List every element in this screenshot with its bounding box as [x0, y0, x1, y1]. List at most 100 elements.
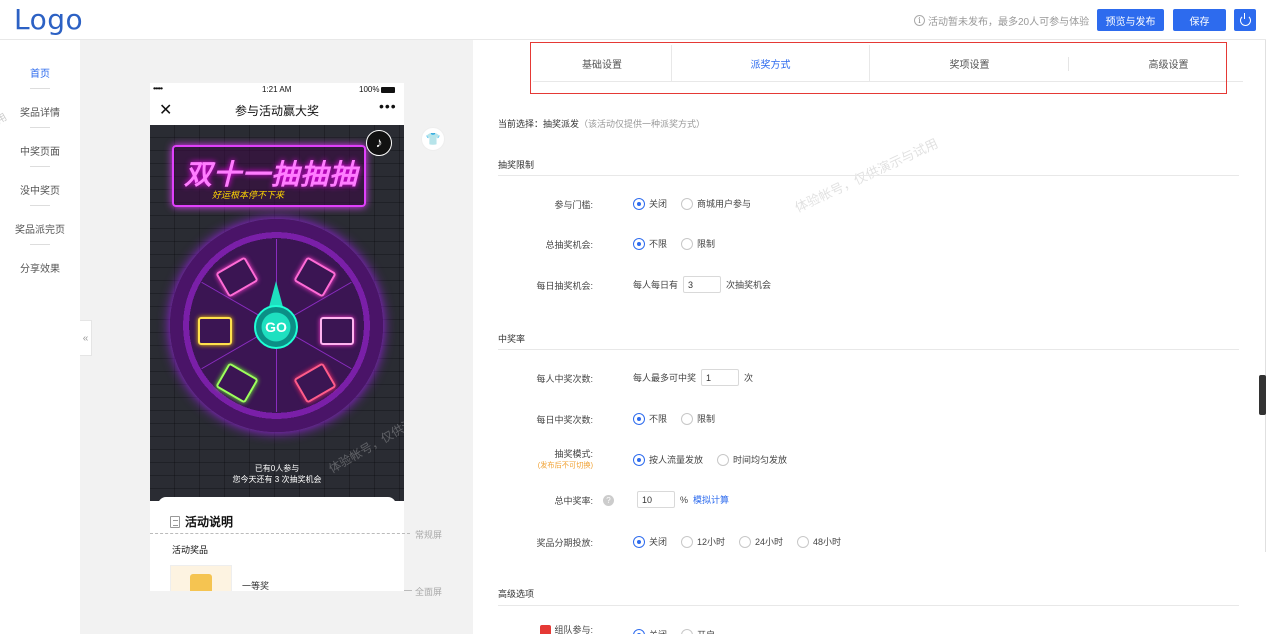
remaining-chances: 您今天还有 3 次抽奖机会 — [232, 475, 322, 484]
battery-percent: 100% — [359, 85, 380, 94]
signal-indicator: ••••• — [153, 84, 163, 93]
prize-wheel: GO — [170, 219, 383, 432]
section-divider — [498, 175, 1239, 176]
section-title-advanced: 高级选项 — [498, 589, 535, 599]
staged-option-off[interactable]: 关闭 — [633, 535, 667, 548]
staged-option-12h[interactable]: 12小时 — [681, 535, 725, 548]
theme-skin-icon[interactable]: 👕 — [421, 127, 445, 151]
daily-win-option-unlimited[interactable]: 不限 — [633, 412, 667, 425]
tabs-highlight-box — [530, 42, 1227, 94]
radio-checked-icon — [633, 535, 645, 548]
current-selection: 当前选择：抽奖派发（该活动仅提供一种派奖方式） — [498, 117, 705, 130]
sidebar-divider — [30, 166, 50, 167]
radio-unchecked-icon — [739, 535, 752, 548]
team-option-off[interactable]: 关闭 — [633, 628, 667, 634]
daily-chances-prefix: 每人每日有 — [633, 280, 679, 290]
radio-checked-icon — [633, 453, 645, 466]
staged-option-48h[interactable]: 48小时 — [797, 535, 841, 548]
go-button[interactable]: GO — [254, 305, 298, 349]
team-icon — [540, 625, 552, 634]
lottery-banner: 双十一抽抽抽 好运根本停不下来 ♪ GO 体验帐号，仅供演示与试用 已有0人参与… — [150, 125, 404, 501]
phone-status-bar: ••••• 1:21 AM 100% — [150, 83, 404, 97]
radio-label: 12小时 — [697, 537, 726, 547]
staged-option-24h[interactable]: 24小时 — [739, 535, 783, 548]
radio-unchecked-icon — [681, 237, 694, 250]
radio-label: 48小时 — [813, 537, 842, 547]
draw-mode-option-even[interactable]: 时间均匀发放 — [717, 453, 787, 466]
radio-checked-icon — [633, 197, 645, 210]
sidebar-item-win-page[interactable]: 中奖页面 — [0, 143, 80, 158]
radio-checked-icon — [633, 237, 645, 250]
draw-mode-label: 抽奖模式: (发布后不可切换) — [473, 447, 593, 471]
radio-label: 限制 — [697, 414, 716, 424]
threshold-options: 关闭 商城用户参与 — [633, 197, 751, 210]
banner-subtitle: 好运根本停不下来 — [212, 190, 285, 200]
logo: Logo — [14, 3, 84, 36]
help-icon[interactable]: ? — [603, 495, 614, 506]
left-sidebar: 用 首页 奖品详情 中奖页面 没中奖页 奖品派完页 分享效果 — [0, 40, 80, 634]
settings-panel: 基础设置 派奖方式 奖项设置 高级设置 当前选择：抽奖派发（该活动仅提供一种派奖… — [473, 40, 1266, 634]
radio-label: 关闭 — [649, 199, 668, 209]
section-title-rate: 中奖率 — [498, 334, 526, 344]
total-chances-option-limit[interactable]: 限制 — [681, 237, 715, 250]
sidebar-item-share[interactable]: 分享效果 — [0, 260, 80, 275]
total-rate-unit: % — [680, 494, 689, 505]
info-icon: i — [914, 15, 925, 26]
threshold-label: 参与门槛: — [554, 200, 593, 210]
activity-info-title: 活动说明 — [185, 515, 234, 529]
daily-chances-input[interactable]: 3 — [683, 276, 722, 293]
total-chances-option-unlimited[interactable]: 不限 — [633, 237, 667, 250]
neon-title-sign: 双十一抽抽抽 好运根本停不下来 — [172, 145, 366, 207]
sidebar-divider — [30, 88, 50, 89]
activity-info-card: 活动说明 活动奖品 一等奖 — [158, 497, 396, 591]
draw-mode-option-traffic[interactable]: 按人流量发放 — [633, 453, 703, 466]
sidebar-divider — [30, 127, 50, 128]
win-count-label: 每人中奖次数: — [536, 374, 593, 384]
battery-icon — [381, 86, 396, 93]
radio-label: 时间均匀发放 — [733, 455, 788, 465]
prize-name: 一等奖 — [242, 581, 270, 591]
total-rate-field: 10 % 模拟计算 — [637, 491, 729, 508]
full-screen-label: 全面屏 — [415, 587, 443, 597]
radio-checked-icon — [633, 628, 645, 634]
status-time: 1:21 AM — [262, 85, 292, 94]
save-button[interactable]: 保存 — [1173, 9, 1226, 31]
publish-notice: i 活动暂未发布，最多20人可参与体验 — [914, 13, 1089, 28]
threshold-option-off[interactable]: 关闭 — [633, 197, 667, 210]
sidebar-item-prize-detail[interactable]: 奖品详情 — [0, 104, 80, 119]
participation-info: 已有0人参与 您今天还有 3 次抽奖机会 — [150, 463, 404, 485]
threshold-option-mall-users[interactable]: 商城用户参与 — [681, 197, 751, 210]
collapse-sidebar-button[interactable]: « — [80, 320, 92, 356]
more-icon[interactable]: ••• — [379, 98, 397, 114]
wheel-prize — [293, 362, 337, 404]
radio-label: 不限 — [649, 414, 668, 424]
simulate-calc-link[interactable]: 模拟计算 — [693, 493, 729, 506]
total-chances-options: 不限 限制 — [633, 237, 715, 250]
sidebar-divider — [30, 244, 50, 245]
daily-win-option-limit[interactable]: 限制 — [681, 412, 715, 425]
staged-release-options: 关闭 12小时 24小时 48小时 — [633, 535, 841, 548]
win-count-input[interactable]: 1 — [701, 369, 740, 386]
daily-chances-label: 每日抽奖机会: — [536, 281, 593, 291]
team-option-on[interactable]: 开启 — [681, 628, 715, 634]
participant-count: 已有0人参与 — [254, 464, 300, 473]
phone-page-title: 参与活动赢大奖 — [234, 104, 319, 118]
total-chances-label: 总抽奖机会: — [545, 240, 593, 250]
sidebar-item-home[interactable]: 首页 — [0, 65, 80, 80]
team-options: 关闭 开启 — [633, 628, 715, 634]
preview-publish-button[interactable]: 预览与发布 — [1097, 9, 1164, 31]
wheel-prize — [215, 256, 259, 298]
sidebar-item-lose-page[interactable]: 没中奖页 — [0, 182, 80, 197]
document-icon — [170, 515, 180, 528]
wheel-prize — [215, 362, 259, 404]
radio-unchecked-icon — [717, 453, 730, 466]
draw-mode-note: (发布后不可切换) — [537, 461, 593, 470]
total-rate-input[interactable]: 10 — [637, 491, 675, 508]
scrollbar-thumb[interactable] — [1259, 375, 1266, 415]
section-divider — [498, 605, 1239, 606]
music-icon[interactable]: ♪ — [366, 130, 392, 156]
sidebar-item-sold-out-page[interactable]: 奖品派完页 — [0, 221, 80, 236]
power-button[interactable] — [1234, 9, 1256, 31]
phone-preview: ••••• 1:21 AM 100% ✕ 参与活动赢大奖 ••• 双十一抽抽抽 … — [150, 83, 404, 591]
radio-unchecked-icon — [681, 412, 694, 425]
